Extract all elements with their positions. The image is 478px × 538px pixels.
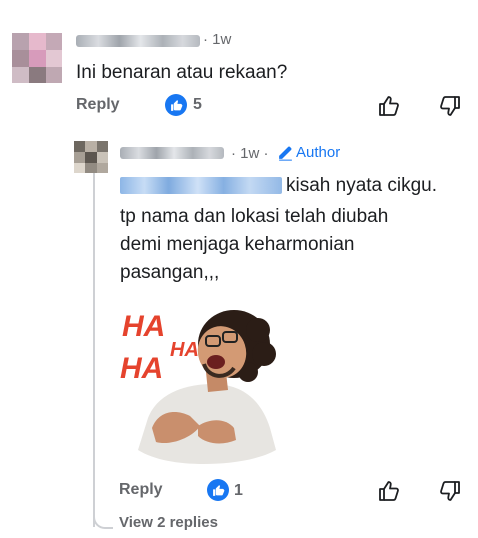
author-badge: Author xyxy=(277,144,340,161)
thumbs-up-outline-icon[interactable] xyxy=(376,93,402,119)
avatar[interactable] xyxy=(12,33,62,83)
thread-line-curve xyxy=(93,505,113,529)
comment-timestamp: · 1w xyxy=(203,31,232,48)
commenter-name[interactable] xyxy=(76,35,200,47)
reply-timestamp: · 1w · xyxy=(231,145,269,162)
reply-reply-button[interactable]: Reply xyxy=(119,481,163,499)
reply-avatar[interactable] xyxy=(74,141,108,173)
author-badge-label: Author xyxy=(296,144,341,161)
reply-like-count: 1 xyxy=(234,482,243,499)
thumbs-down-outline-icon[interactable] xyxy=(437,478,463,504)
sticker-text-2: HA xyxy=(120,352,163,385)
thumbs-up-icon xyxy=(165,94,187,116)
comment-text: Ini benaran atau rekaan? xyxy=(76,62,288,83)
sticker-text-3: HA xyxy=(170,339,199,361)
reply-text-line-3: demi menjaga keharmonian xyxy=(120,234,355,255)
sticker-text-1: HA xyxy=(122,310,165,343)
laughing-sticker[interactable]: HA HA HA xyxy=(118,300,280,465)
thread-line xyxy=(93,155,95,527)
reply-text-line-4: pasangan,,, xyxy=(120,262,220,283)
reply-button[interactable]: Reply xyxy=(76,96,120,114)
thumbs-up-outline-icon[interactable] xyxy=(376,478,402,504)
thumbs-down-outline-icon[interactable] xyxy=(437,93,463,119)
view-replies-link[interactable]: View 2 replies xyxy=(119,514,218,531)
reply-author-name[interactable] xyxy=(120,147,224,159)
mention-tag[interactable] xyxy=(120,177,282,194)
like-count: 5 xyxy=(193,96,202,113)
reply-text-line-1: kisah nyata cikgu. xyxy=(286,175,438,196)
thumbs-up-icon xyxy=(207,479,229,501)
reply-text-line-2: tp nama dan lokasi telah diubah xyxy=(120,206,389,227)
pencil-icon xyxy=(277,144,294,161)
